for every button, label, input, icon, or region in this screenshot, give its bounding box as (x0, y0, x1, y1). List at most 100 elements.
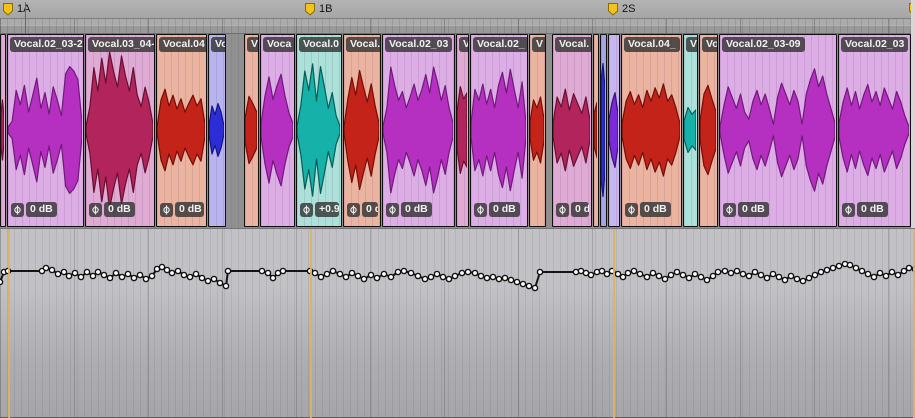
envelope-point[interactable] (603, 270, 611, 278)
envelope-point[interactable] (536, 268, 544, 276)
envelope-point[interactable] (100, 271, 108, 279)
volume-knob-icon[interactable] (160, 202, 173, 217)
envelope-point[interactable] (269, 274, 277, 282)
volume-knob-icon[interactable] (386, 202, 399, 217)
envelope-point[interactable] (224, 267, 232, 275)
envelope-point[interactable] (477, 272, 485, 280)
volume-knob-icon[interactable] (11, 202, 24, 217)
audio-clip[interactable]: Vo (699, 34, 718, 227)
envelope-point[interactable] (158, 263, 166, 271)
volume-knob-icon[interactable] (347, 202, 360, 217)
envelope-point[interactable] (204, 277, 212, 285)
envelope-point[interactable] (775, 273, 783, 281)
envelope-point[interactable] (94, 268, 102, 276)
envelope-point[interactable] (751, 268, 759, 276)
envelope-point[interactable] (414, 272, 422, 280)
envelope-point[interactable] (799, 277, 807, 285)
envelope-point[interactable] (174, 267, 182, 275)
envelope-point[interactable] (835, 262, 843, 270)
envelope-point[interactable] (373, 274, 381, 282)
envelope-point[interactable] (882, 272, 890, 280)
envelope-point[interactable] (394, 268, 402, 276)
envelope-point[interactable] (709, 272, 717, 280)
envelope-point[interactable] (829, 264, 837, 272)
envelope-point[interactable] (757, 271, 765, 279)
envelope-point[interactable] (513, 278, 521, 286)
envelope-point[interactable] (679, 271, 687, 279)
volume-knob-icon[interactable] (300, 202, 313, 217)
envelope-point[interactable] (697, 273, 705, 281)
envelope-point[interactable] (655, 272, 663, 280)
envelope-point[interactable] (501, 274, 509, 282)
envelope-point[interactable] (763, 274, 771, 282)
envelope-point[interactable] (89, 272, 97, 280)
envelope-point[interactable] (858, 267, 866, 275)
clip-volume-badge[interactable]: 0 dB (89, 202, 135, 217)
clip-volume-badge[interactable]: 0 dB (11, 202, 57, 217)
envelope-point[interactable] (483, 274, 491, 282)
envelope-point[interactable] (148, 272, 156, 280)
audio-clip[interactable] (600, 34, 607, 227)
envelope-point[interactable] (216, 279, 224, 287)
audio-clip[interactable]: V (529, 34, 546, 227)
envelope-point[interactable] (519, 280, 527, 288)
envelope-point[interactable] (180, 271, 188, 279)
marker-strip[interactable]: 1A 1B 2S (0, 0, 915, 19)
volume-knob-icon[interactable] (556, 202, 569, 217)
envelope-point[interactable] (407, 269, 415, 277)
envelope-point[interactable] (630, 267, 638, 275)
envelope-point[interactable] (888, 268, 896, 276)
envelope-point[interactable] (311, 269, 319, 277)
envelope-point[interactable] (636, 270, 644, 278)
envelope-point[interactable] (71, 269, 79, 277)
envelope-point[interactable] (507, 276, 515, 284)
envelope-point[interactable] (380, 270, 388, 278)
envelope-point[interactable] (54, 270, 62, 278)
envelope-point[interactable] (733, 267, 741, 275)
audio-clip[interactable]: Vocal.02_03 0 dB (838, 34, 911, 227)
audio-clip[interactable]: Vo (208, 34, 226, 227)
clip-volume-badge[interactable]: 0 dB (160, 202, 204, 217)
envelope-point[interactable] (258, 267, 266, 275)
envelope-point[interactable] (691, 270, 699, 278)
envelope-point[interactable] (852, 264, 860, 272)
clip-volume-badge[interactable]: 0 dB (842, 202, 888, 217)
audio-clip[interactable]: Vocal.0 +0.9 (296, 34, 342, 227)
envelope-point[interactable] (685, 274, 693, 282)
timeline-marker[interactable]: 1B (304, 1, 332, 17)
clip-volume-badge[interactable]: 0 dB (625, 202, 671, 217)
envelope-point[interactable] (367, 271, 375, 279)
volume-knob-icon[interactable] (723, 202, 736, 217)
envelope-point[interactable] (192, 270, 200, 278)
audio-clip[interactable]: Vocal.04_ 0 dB (621, 34, 682, 227)
envelope-point[interactable] (531, 284, 539, 292)
audio-clip[interactable] (0, 34, 6, 227)
envelope-point[interactable] (130, 274, 138, 282)
audio-clip[interactable]: Vocal.02_ 0 dB (470, 34, 528, 227)
envelope-point[interactable] (77, 273, 85, 281)
envelope-point[interactable] (112, 269, 120, 277)
envelope-point[interactable] (721, 267, 729, 275)
envelope-point[interactable] (142, 275, 150, 283)
envelope-point[interactable] (727, 269, 735, 277)
envelope-point[interactable] (900, 267, 908, 275)
envelope-point[interactable] (198, 274, 206, 282)
timeline-marker[interactable]: 2S (607, 1, 635, 17)
timeline-ruler[interactable] (0, 19, 915, 34)
envelope-point[interactable] (0, 278, 4, 286)
envelope-point[interactable] (60, 268, 68, 276)
envelope-point[interactable] (471, 269, 479, 277)
envelope-point[interactable] (387, 273, 395, 281)
envelope-point[interactable] (793, 275, 801, 283)
audio-clip[interactable]: Vocal.0 0 dB (343, 34, 381, 227)
envelope-point[interactable] (781, 276, 789, 284)
envelope-point[interactable] (136, 271, 144, 279)
envelope-point[interactable] (360, 275, 368, 283)
envelope-point[interactable] (703, 276, 711, 284)
envelope-point[interactable] (264, 269, 272, 277)
envelope-point[interactable] (279, 267, 287, 275)
envelope-point[interactable] (649, 269, 657, 277)
envelope-point[interactable] (348, 269, 356, 277)
envelope-point[interactable] (451, 272, 459, 280)
audio-clip[interactable]: Vocal.02_03 0 dB (382, 34, 455, 227)
